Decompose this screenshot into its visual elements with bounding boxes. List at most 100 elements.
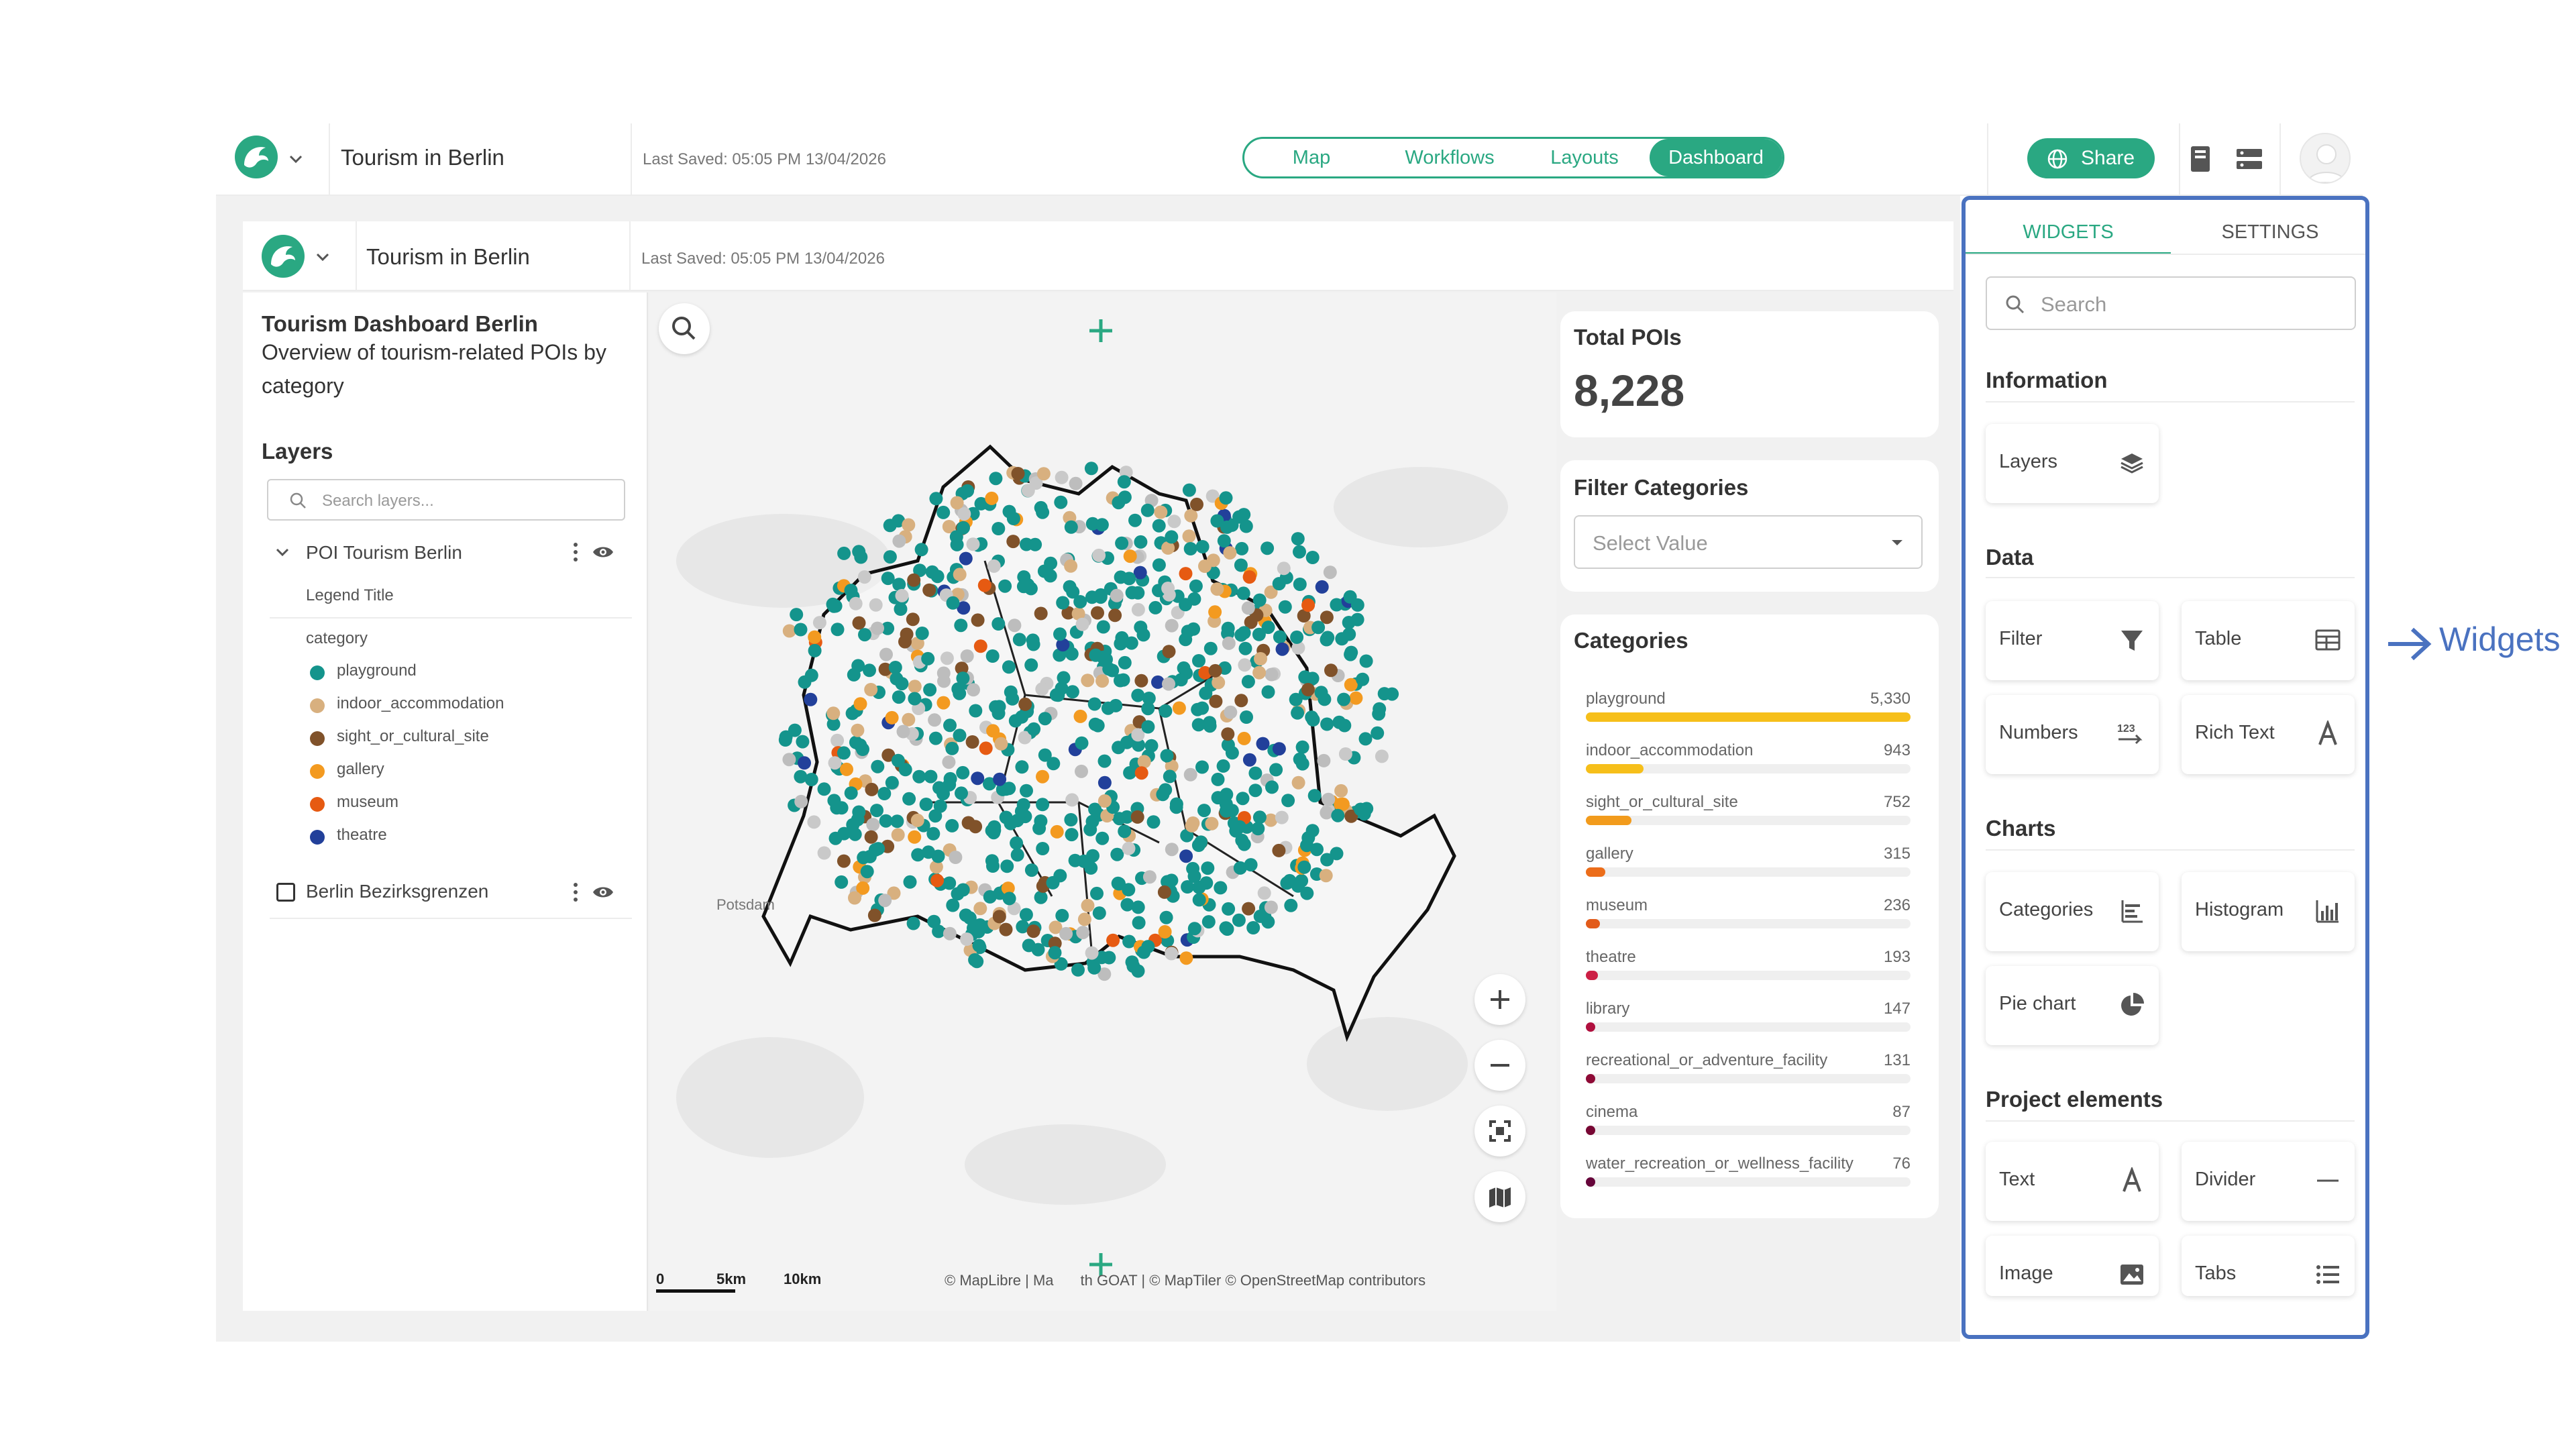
zoom-in-button[interactable] <box>1474 974 1525 1025</box>
poi-point <box>953 729 967 743</box>
legend-title: Legend Title <box>306 586 394 604</box>
layer-search-input[interactable]: Search layers... <box>267 479 625 521</box>
categories-card[interactable]: Categories playground 5,330 indoor_accommo… <box>1560 614 1939 1218</box>
tab-widgets[interactable]: WIDGETS <box>1966 212 2171 252</box>
poi-point <box>1240 710 1253 724</box>
total-pois-value: 8,228 <box>1574 366 1685 415</box>
poi-point <box>1089 648 1103 662</box>
poi-point <box>1291 775 1305 790</box>
basemap-button[interactable] <box>1474 1171 1525 1222</box>
category-row-sight-or-cultural-site[interactable]: sight_or_cultural_site 752 <box>1586 793 1911 836</box>
widget-numbers[interactable]: Numbers 123 <box>1986 695 2159 774</box>
widget-image[interactable]: Image <box>1986 1236 2159 1296</box>
poi-point <box>1301 831 1316 845</box>
poi-point <box>1323 566 1337 580</box>
widget-pie-chart[interactable]: Pie chart <box>1986 966 2159 1045</box>
widget-label: Layers <box>1999 451 2058 472</box>
filter-card[interactable]: Filter Categories Select Value <box>1560 460 1939 592</box>
storage-icon[interactable] <box>2234 144 2265 174</box>
widget-histogram[interactable]: Histogram <box>2182 872 2355 951</box>
poi-point <box>1252 665 1267 680</box>
filter-select[interactable]: Select Value <box>1574 515 1923 569</box>
category-row-cinema[interactable]: cinema 87 <box>1586 1103 1911 1146</box>
minus-icon <box>1491 1064 1509 1067</box>
poi-point <box>1159 704 1173 718</box>
widget-rich-text[interactable]: Rich Text <box>2182 695 2355 774</box>
user-avatar[interactable] <box>2300 133 2351 184</box>
poi-point <box>1256 737 1270 751</box>
category-row-gallery[interactable]: gallery 315 <box>1586 845 1911 888</box>
poi-point <box>895 588 909 602</box>
category-row-library[interactable]: library 147 <box>1586 1000 1911 1042</box>
tab-workflows[interactable]: Workflows <box>1379 139 1521 176</box>
poi-point <box>954 619 968 633</box>
widget-divider[interactable]: Divider <box>2182 1142 2355 1221</box>
book-icon[interactable] <box>2186 144 2215 174</box>
poi-point <box>1064 813 1078 826</box>
eye-icon[interactable] <box>592 542 614 562</box>
poi-point <box>1219 491 1233 505</box>
tab-settings[interactable]: SETTINGS <box>2171 212 2369 252</box>
category-row-recreational-or-adventure-facility[interactable]: recreational_or_adventure_facility 131 <box>1586 1051 1911 1094</box>
category-row-playground[interactable]: playground 5,330 <box>1586 690 1911 733</box>
poi-point <box>1097 794 1112 808</box>
total-pois-card[interactable]: Total POIs 8,228 <box>1560 311 1939 437</box>
poi-point <box>1211 791 1225 805</box>
poi-point <box>1014 804 1028 818</box>
poi-point <box>1076 926 1090 940</box>
poi-point <box>1335 632 1349 646</box>
map-search-button[interactable] <box>659 303 710 354</box>
poi-point <box>910 813 924 827</box>
layer-name-bezirke[interactable]: Berlin Bezirksgrenzen <box>306 881 488 902</box>
poi-point <box>858 628 871 642</box>
tab-map[interactable]: Map <box>1244 139 1379 176</box>
map-canvas[interactable]: Potsdam <box>649 292 1556 1311</box>
share-button[interactable]: Share <box>2027 138 2155 178</box>
poi-point <box>1056 596 1070 610</box>
widget-search-input[interactable]: Search <box>1986 276 2356 330</box>
poi-point <box>986 724 1000 738</box>
poi-point <box>946 596 960 610</box>
widget-tabs[interactable]: Tabs <box>2182 1236 2355 1296</box>
fullscreen-button[interactable] <box>1474 1106 1525 1157</box>
widget-categories[interactable]: Categories <box>1986 872 2159 951</box>
category-row-water-recreation-or-wellness-facility[interactable]: water_recreation_or_wellness_facility 76 <box>1586 1155 1911 1197</box>
poi-point <box>940 651 954 665</box>
tab-dashboard[interactable]: Dashboard <box>1650 139 1782 176</box>
layer-menu-icon[interactable] <box>573 883 578 903</box>
map-attribution[interactable]: © MapLibre | Ma th GOAT | © MapTiler © Op… <box>945 1272 1426 1289</box>
poi-point <box>1179 567 1193 581</box>
widget-text[interactable]: Text <box>1986 1142 2159 1221</box>
poi-point <box>1122 572 1136 586</box>
layer-checkbox[interactable] <box>276 883 295 902</box>
category-row-museum[interactable]: museum 236 <box>1586 896 1911 939</box>
category-row-indoor-accommodation[interactable]: indoor_accommodation 943 <box>1586 741 1911 784</box>
chevron-down-icon[interactable] <box>286 149 306 169</box>
chevron-down-icon[interactable] <box>313 247 333 267</box>
annotation-label: Widgets <box>2439 621 2561 658</box>
widget-layers[interactable]: Layers <box>1986 424 2159 503</box>
poi-point <box>830 733 845 747</box>
poi-point <box>1092 906 1106 920</box>
layer-menu-icon[interactable] <box>573 543 578 563</box>
widget-filter[interactable]: Filter <box>1986 601 2159 680</box>
chevron-down-icon[interactable] <box>272 542 292 562</box>
add-widget-plus-icon[interactable] <box>1084 314 1118 347</box>
arrow-right-icon <box>2388 627 2432 661</box>
poi-point <box>828 756 842 770</box>
layer-name-poi[interactable]: POI Tourism Berlin <box>306 542 462 564</box>
poi-point <box>1097 754 1112 768</box>
poi-point <box>1002 660 1016 674</box>
poi-point <box>999 810 1013 824</box>
map-view[interactable]: Potsdam 0 5km 10km © MapLibre | Ma th GOA… <box>649 292 1556 1311</box>
tab-layouts[interactable]: Layouts <box>1521 139 1648 176</box>
goat-logo-icon[interactable] <box>235 136 278 178</box>
layers-heading: Layers <box>262 439 333 464</box>
widget-label: Categories <box>1999 899 2094 920</box>
widget-table[interactable]: Table <box>2182 601 2355 680</box>
category-count: 193 <box>1883 948 1911 966</box>
poi-point <box>1081 898 1095 912</box>
zoom-out-button[interactable] <box>1474 1040 1525 1091</box>
eye-icon[interactable] <box>592 882 614 902</box>
category-row-theatre[interactable]: theatre 193 <box>1586 948 1911 991</box>
